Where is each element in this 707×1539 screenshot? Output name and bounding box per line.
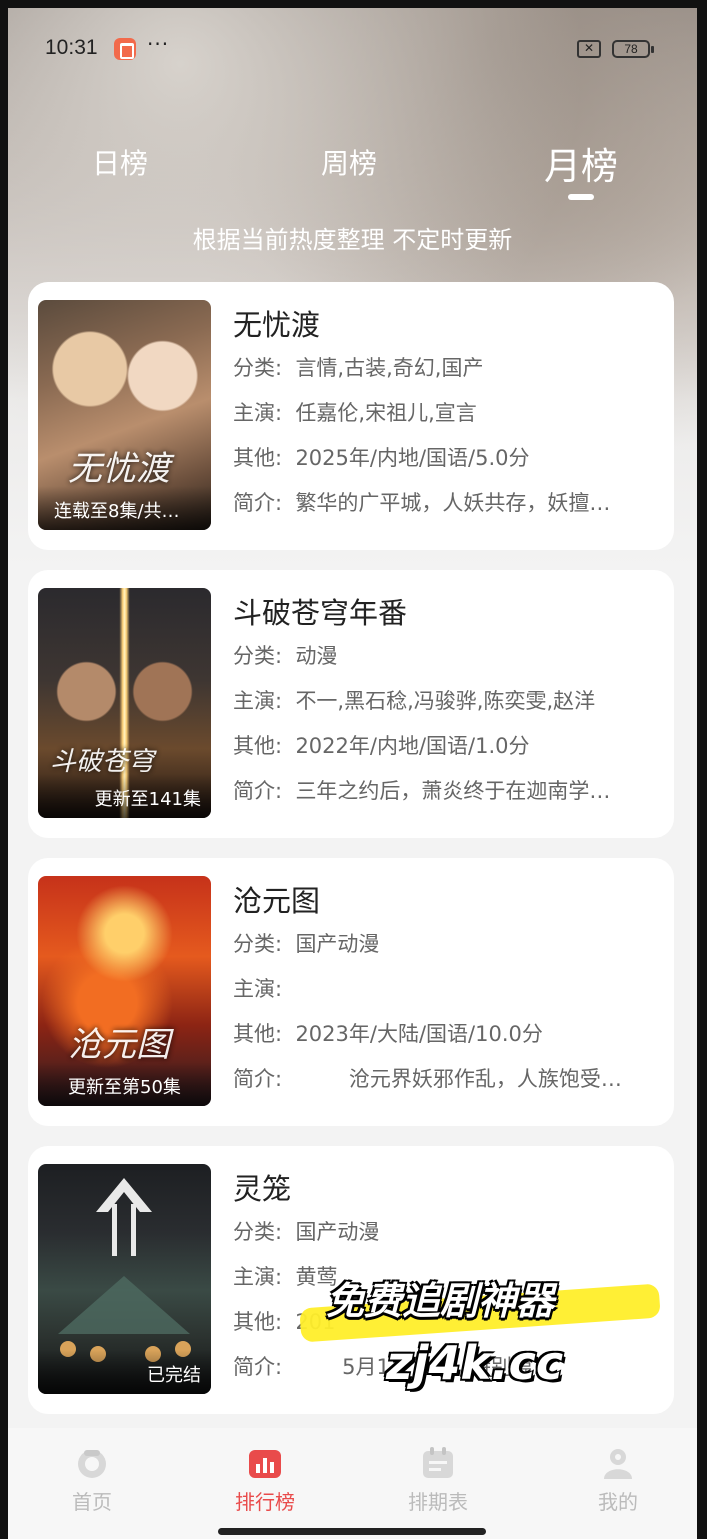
- tab-monthly[interactable]: 月榜: [544, 136, 618, 190]
- episode-badge: 更新至141集: [38, 774, 211, 818]
- nav-ranking[interactable]: 排行榜: [215, 1446, 315, 1515]
- category-row: 分类: 国产动漫: [233, 922, 663, 967]
- poster-image[interactable]: 斗破苍穹 更新至141集: [38, 588, 211, 818]
- category-row: 分类: 动漫: [233, 634, 663, 679]
- app-notification-icon: [114, 38, 136, 60]
- other-label: 其他:: [233, 734, 283, 758]
- other-value: 201: [295, 1310, 336, 1334]
- summary-value: 繁华的广平城，人妖共存，妖擅…: [295, 491, 611, 515]
- more-notifications-icon: ···: [147, 32, 170, 56]
- summary-row: 简介: 沧元界妖邪作乱，人族饱受…: [233, 1057, 663, 1102]
- cast-row: 主演:: [233, 967, 663, 1012]
- summary-label: 简介:: [233, 1355, 283, 1379]
- cast-value: 任嘉伦,宋祖儿,宣言: [295, 401, 477, 425]
- poster-title-art: 斗破苍穹: [50, 747, 155, 777]
- category-value: 国产动漫: [295, 932, 380, 956]
- cast-row: 主演: 不一,黑石稔,冯骏骅,陈奕雯,赵洋: [233, 679, 663, 724]
- list-item[interactable]: 斗破苍穹 更新至141集 斗破苍穹年番 分类: 动漫 主演: 不一,黑石稔,冯骏…: [28, 570, 674, 838]
- category-row: 分类: 国产动漫: [233, 1210, 663, 1255]
- other-row: 其他: 2023年/大陆/国语/10.0分: [233, 1012, 663, 1057]
- no-sim-icon: ✕: [577, 40, 601, 58]
- cast-label: 主演:: [233, 977, 283, 1001]
- schedule-icon: [421, 1446, 455, 1480]
- other-value: 2023年/大陆/国语/10.0分: [295, 1022, 543, 1046]
- category-row: 分类: 言情,古装,奇幻,国产: [233, 346, 663, 391]
- poster-image[interactable]: 已完结: [38, 1164, 211, 1394]
- profile-icon: [601, 1446, 635, 1480]
- episode-badge: 连载至8集/共…: [38, 486, 211, 530]
- ranking-icon: [248, 1446, 282, 1480]
- summary-row: 简介: 5月1 特别篇…: [233, 1345, 663, 1390]
- item-title[interactable]: 灵笼: [233, 1166, 663, 1210]
- summary-value: 沧元界妖邪作乱，人族饱受…: [295, 1067, 622, 1091]
- home-indicator[interactable]: [218, 1528, 486, 1535]
- poster-image[interactable]: 沧元图 更新至第50集: [38, 876, 211, 1106]
- episode-badge: 更新至第50集: [38, 1062, 211, 1106]
- list-item[interactable]: 沧元图 更新至第50集 沧元图 分类: 国产动漫 主演: 其他: 2023年/大…: [28, 858, 674, 1126]
- nav-profile[interactable]: 我的: [568, 1446, 668, 1515]
- other-label: 其他:: [233, 1310, 283, 1334]
- category-label: 分类:: [233, 932, 283, 956]
- status-bar: 10:31 ··· ✕ 78: [8, 30, 697, 66]
- other-row: 其他: 2022年/内地/国语/1.0分: [233, 724, 663, 769]
- status-time: 10:31: [45, 36, 98, 59]
- cast-row: 主演: 任嘉伦,宋祖儿,宣言: [233, 391, 663, 436]
- ranking-subtitle: 根据当前热度整理 不定时更新: [192, 226, 513, 254]
- category-label: 分类:: [233, 644, 283, 668]
- category-label: 分类:: [233, 356, 283, 380]
- app-screen: 10:31 ··· ✕ 78 日榜 周榜 月榜 根据当前热度整理 不定时更新 无…: [8, 8, 697, 1539]
- tab-daily[interactable]: 日榜: [92, 142, 148, 182]
- other-row: 其他: 2025年/内地/国语/5.0分: [233, 436, 663, 481]
- nav-home-label: 首页: [72, 1490, 112, 1514]
- summary-label: 简介:: [233, 491, 283, 515]
- nav-ranking-label: 排行榜: [235, 1490, 295, 1514]
- poster-title-art: 无忧渡: [68, 449, 170, 489]
- episode-badge: 已完结: [38, 1350, 211, 1394]
- cast-row: 主演: 黄莺: [233, 1255, 663, 1300]
- bottom-nav: 首页 排行榜 排期表 我的: [8, 1428, 697, 1539]
- other-value: 2022年/内地/国语/1.0分: [295, 734, 530, 758]
- nav-profile-label: 我的: [598, 1490, 638, 1514]
- cast-label: 主演:: [233, 689, 283, 713]
- item-title[interactable]: 沧元图: [233, 878, 663, 922]
- category-value: 国产动漫: [295, 1220, 380, 1244]
- nav-home[interactable]: 首页: [42, 1446, 142, 1515]
- tab-weekly[interactable]: 周榜: [321, 142, 377, 182]
- summary-label: 简介:: [233, 779, 283, 803]
- nav-schedule[interactable]: 排期表: [388, 1446, 488, 1515]
- item-title[interactable]: 无忧渡: [233, 302, 663, 346]
- ranking-tabs: 日榜 周榜 月榜: [8, 136, 697, 206]
- category-label: 分类:: [233, 1220, 283, 1244]
- other-label: 其他:: [233, 1022, 283, 1046]
- home-icon: [75, 1446, 109, 1480]
- list-item[interactable]: 无忧渡 连载至8集/共… 无忧渡 分类: 言情,古装,奇幻,国产 主演: 任嘉伦…: [28, 282, 674, 550]
- other-row: 其他: 201: [233, 1300, 663, 1345]
- nav-schedule-label: 排期表: [408, 1490, 468, 1514]
- other-label: 其他:: [233, 446, 283, 470]
- item-title[interactable]: 斗破苍穹年番: [233, 590, 663, 634]
- active-tab-indicator: [568, 194, 594, 200]
- cast-label: 主演:: [233, 1265, 283, 1289]
- other-value: 2025年/内地/国语/5.0分: [295, 446, 530, 470]
- cast-value: 黄莺: [295, 1265, 338, 1289]
- category-value: 动漫: [295, 644, 338, 668]
- summary-label: 简介:: [233, 1067, 283, 1091]
- summary-value: 5月1 特别篇…: [295, 1355, 554, 1379]
- cast-value: 不一,黑石稔,冯骏骅,陈奕雯,赵洋: [295, 689, 596, 713]
- category-value: 言情,古装,奇幻,国产: [295, 356, 484, 380]
- summary-row: 简介: 繁华的广平城，人妖共存，妖擅…: [233, 481, 663, 526]
- battery-icon: 78: [612, 40, 654, 58]
- summary-row: 简介: 三年之约后，萧炎终于在迦南学…: [233, 769, 663, 814]
- cast-label: 主演:: [233, 401, 283, 425]
- poster-image[interactable]: 无忧渡 连载至8集/共…: [38, 300, 211, 530]
- poster-title-art: 沧元图: [68, 1025, 170, 1065]
- summary-value: 三年之约后，萧炎终于在迦南学…: [295, 779, 611, 803]
- list-item[interactable]: 已完结 灵笼 分类: 国产动漫 主演: 黄莺 其他: 201 简介: 5月1 特…: [28, 1146, 674, 1414]
